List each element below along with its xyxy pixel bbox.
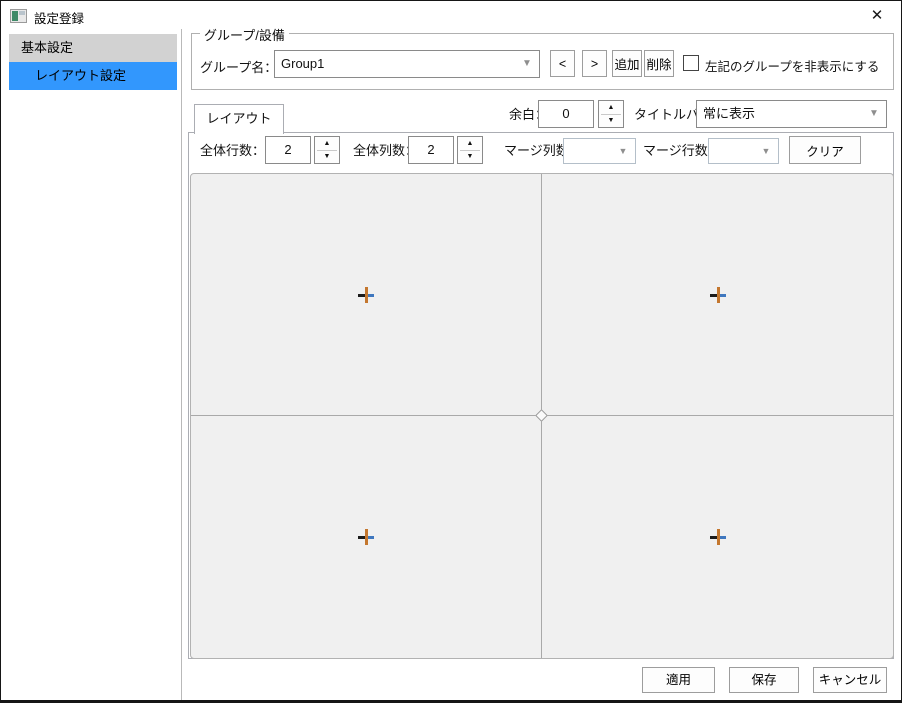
hide-group-checkbox[interactable] [683, 55, 699, 71]
chevron-down-icon[interactable]: ▼ [862, 101, 886, 127]
margin-spinner: ▲ ▼ [598, 100, 624, 128]
plus-icon [710, 287, 726, 303]
group-name-label: グループ名： [200, 57, 277, 76]
tab-layout[interactable]: レイアウト [194, 104, 284, 134]
group-next-button[interactable]: > [582, 50, 607, 77]
grid-cell-4[interactable] [542, 416, 894, 658]
grid-cell-1[interactable] [191, 174, 541, 415]
margin-spinbox-value[interactable]: 0 [538, 100, 594, 128]
group-equipment-groupbox: グループ/設備 グループ名： Group1 ▼ < > 追加 削除 左記のグルー… [191, 33, 894, 90]
group-prev-button[interactable]: < [550, 50, 575, 77]
spin-up-icon[interactable]: ▲ [599, 101, 623, 114]
app-icon-pane [12, 11, 18, 21]
app-icon-pane [19, 11, 25, 15]
group-name-combobox[interactable]: Group1 ▼ [274, 50, 540, 78]
plus-icon [358, 529, 374, 545]
chevron-down-icon[interactable]: ▼ [515, 51, 539, 77]
group-add-button[interactable]: 追加 [612, 50, 642, 77]
merge-rows-combobox[interactable]: ▼ [708, 138, 779, 164]
save-button[interactable]: 保存 [729, 667, 799, 693]
plus-icon [358, 287, 374, 303]
total-cols-spinner: ▲ ▼ [457, 136, 483, 164]
merge-rows-value [715, 139, 752, 163]
spin-down-icon[interactable]: ▼ [315, 150, 339, 163]
merge-cols-value [570, 139, 609, 163]
plus-icon [710, 529, 726, 545]
clear-button[interactable]: クリア [789, 136, 861, 164]
chevron-down-icon[interactable]: ▼ [754, 139, 778, 163]
group-name-value: Group1 [281, 51, 513, 77]
sidebar-item-layout-settings[interactable]: レイアウト設定 [9, 62, 177, 90]
total-rows-spinbox-value[interactable]: 2 [265, 136, 311, 164]
app-icon [10, 9, 27, 23]
apply-button[interactable]: 適用 [642, 667, 715, 693]
total-cols-spinbox-value[interactable]: 2 [408, 136, 454, 164]
cancel-button[interactable]: キャンセル [813, 667, 887, 693]
sidebar-item-basic-settings[interactable]: 基本設定 [9, 34, 177, 62]
spin-down-icon[interactable]: ▼ [458, 150, 482, 163]
total-rows-label: 全体行数： [200, 142, 265, 160]
grid-cell-3[interactable] [191, 416, 541, 658]
spin-down-icon[interactable]: ▼ [599, 114, 623, 127]
titlebar-mode-combobox[interactable]: 常に表示 ▼ [696, 100, 887, 128]
sidebar-divider [181, 29, 182, 703]
title-bar: 設定登録 ✕ [1, 1, 901, 31]
group-delete-button[interactable]: 削除 [644, 50, 674, 77]
chevron-down-icon[interactable]: ▼ [611, 139, 635, 163]
spin-up-icon[interactable]: ▲ [315, 137, 339, 150]
merge-cols-combobox[interactable]: ▼ [563, 138, 636, 164]
settings-dialog-window: 設定登録 ✕ 基本設定 レイアウト設定 グループ/設備 グループ名： Group… [0, 0, 902, 703]
layout-grid-panel [190, 173, 894, 659]
hide-group-checkbox-label: 左記のグループを非表示にする [705, 56, 879, 75]
total-rows-spinner: ▲ ▼ [314, 136, 340, 164]
grid-cell-2[interactable] [542, 174, 894, 415]
titlebar-mode-value: 常に表示 [703, 101, 860, 127]
close-icon[interactable]: ✕ [863, 5, 891, 27]
groupbox-legend: グループ/設備 [200, 25, 289, 44]
window-title: 設定登録 [34, 8, 84, 27]
spin-up-icon[interactable]: ▲ [458, 137, 482, 150]
